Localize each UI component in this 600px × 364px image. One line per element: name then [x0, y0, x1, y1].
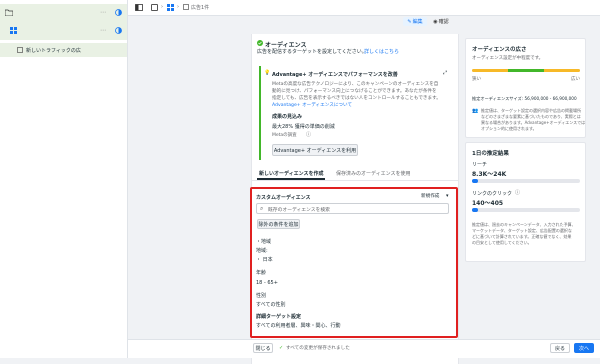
half-circle-icon[interactable]	[115, 9, 122, 16]
clicks-value: 140〜405	[472, 200, 504, 207]
clicks-bar-fill	[472, 208, 479, 212]
sidebar-item-campaign[interactable]: ⋯	[0, 4, 127, 22]
reach-value: 8.3K〜24K	[472, 171, 507, 178]
tab-active-underline	[257, 178, 325, 180]
advantage-title: Advantage+ オーディエンスでパフォーマンスを改善	[272, 72, 398, 78]
top-bar: › › 広告1件	[128, 0, 600, 16]
ad-icon[interactable]	[183, 4, 189, 10]
people-icon: 👥	[472, 108, 479, 114]
audience-size-subtitle: オーディエンス設定が中程度です。	[472, 56, 544, 61]
grid-icon	[10, 27, 17, 34]
check-circle-icon	[257, 40, 263, 46]
daily-note-4: の目安として使用してください。	[472, 240, 532, 245]
campaign-icon[interactable]	[151, 4, 158, 11]
folder-icon	[5, 9, 13, 16]
campaign-sidebar: ⋯ ⋯ 新しいトラフィックの広	[0, 0, 128, 358]
gauge-fill	[507, 69, 545, 72]
results-note: Metaの調査	[272, 133, 297, 138]
use-advantage-button[interactable]: Advantage+ オーディエンスを利用	[272, 144, 358, 156]
info-icon[interactable]: ⓘ	[306, 131, 311, 138]
highlight-box	[250, 187, 458, 338]
audience-estimate: 推定オーディエンスサイズ: 56,900,000 - 66,900,000	[472, 96, 577, 101]
tab-saved-audience[interactable]: 保存済みのオーディエンスを使用	[336, 170, 411, 177]
breadcrumb[interactable]: 広告1件	[191, 4, 209, 11]
edit-tab[interactable]: ✎ 編集	[403, 17, 427, 26]
pencil-icon: ✎	[407, 18, 412, 25]
more-icon[interactable]: ⋯	[100, 9, 106, 16]
expand-icon[interactable]: ⤢	[443, 70, 447, 76]
sidebar-item-label: 新しいトラフィックの広	[26, 48, 81, 54]
audience-size-gauge	[472, 69, 580, 72]
half-circle-icon[interactable]	[115, 27, 122, 34]
bottom-bar	[128, 339, 600, 358]
results-label: 成果の見込み	[272, 114, 303, 120]
eye-icon: ◉	[433, 18, 438, 25]
saved-status: すべての変更が保存されました	[286, 346, 350, 351]
advantage-body-1: Metaの高度な広告テクノロジーにより、このキャンペーンのオーディエンスを自	[272, 82, 439, 87]
use-advantage-label: Advantage+ オーディエンスを利用	[273, 147, 357, 154]
results-value: 最大28% 獲得の単価の削減	[272, 124, 335, 130]
reach-bar-fill	[472, 179, 479, 183]
more-icon[interactable]: ⋯	[100, 27, 106, 34]
audience-size-title: オーディエンスの広さ	[472, 47, 527, 53]
back-label: 戻る	[554, 345, 565, 352]
learn-more-link[interactable]: 詳しくはこちら	[364, 48, 399, 55]
back-button[interactable]: 戻る	[550, 343, 570, 353]
sidebar-item-adset[interactable]: ⋯	[0, 22, 127, 40]
gauge-wide	[544, 69, 580, 72]
check-icon: ✓	[279, 345, 284, 351]
gauge-narrow	[472, 69, 508, 72]
lightbulb-icon: 💡	[264, 70, 271, 76]
advantage-body-3: 指定しても、広告を表示するべきではない人をコントロールすることもできます。	[272, 96, 441, 101]
grid-icon[interactable]	[167, 4, 174, 11]
gauge-wide-label: 広い	[571, 77, 580, 82]
tabs-divider	[252, 180, 458, 181]
tab-new-audience[interactable]: 新しいオーディエンスを作成	[259, 170, 324, 177]
clicks-bar	[472, 208, 580, 212]
ad-icon	[17, 47, 23, 53]
info-icon[interactable]: ⓘ	[515, 189, 520, 196]
audience-subtitle: 広告を配信するターゲットを設定してください。	[257, 49, 367, 55]
advantage-link[interactable]: Advantage+ オーディエンスについて	[272, 102, 352, 108]
breadcrumb-separator: ›	[161, 4, 163, 10]
sidebar-item-ad[interactable]: 新しいトラフィックの広	[0, 43, 127, 57]
sidebar-toggle-icon[interactable]	[135, 4, 143, 11]
review-tab[interactable]: ◉ 確認	[429, 17, 453, 26]
gauge-narrow-label: 狭い	[472, 77, 481, 82]
breadcrumb-separator: ›	[177, 4, 179, 10]
next-button[interactable]: 次へ	[574, 343, 594, 353]
next-label: 次へ	[578, 345, 589, 352]
clicks-label: リンクのクリック	[472, 191, 513, 197]
advantage-body-2: 動的に見つけ、パフォーマンス向上につなげることができます。あなたが条件を	[272, 89, 437, 94]
daily-results-title: 1日の推定結果	[472, 151, 509, 157]
reach-bar	[472, 179, 580, 183]
close-label: 閉じる	[255, 345, 271, 352]
edit-label: 編集	[412, 19, 423, 25]
close-button[interactable]: 閉じる	[253, 343, 273, 353]
audience-note-4: オプション的に使用されます。	[481, 126, 537, 131]
reach-label: リーチ	[472, 162, 488, 168]
review-label: 確認	[438, 19, 449, 25]
